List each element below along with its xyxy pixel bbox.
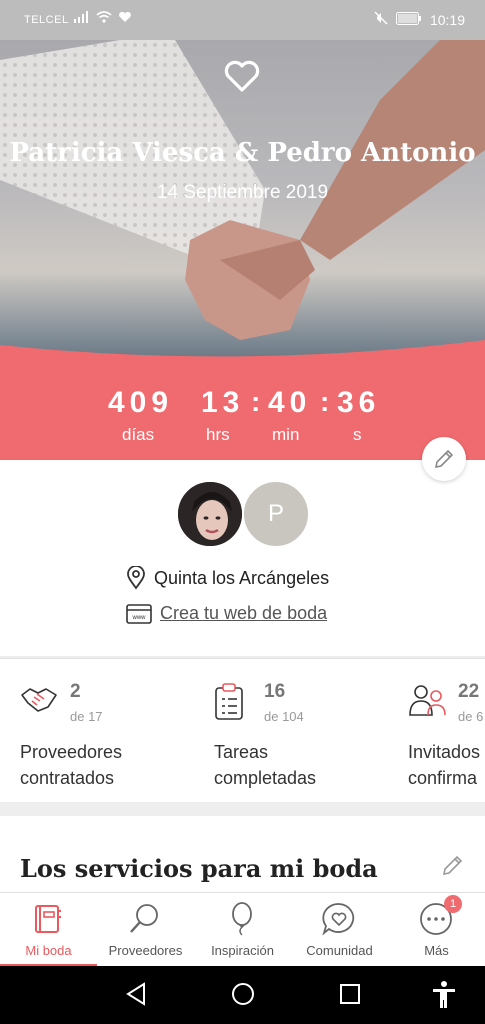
system-navigation-bar — [0, 966, 485, 1024]
stat-guests-label-line1: Invitados — [408, 742, 481, 762]
stat-guests-label: Invitados confirma — [408, 739, 480, 791]
countdown-seconds: 36 — [337, 386, 381, 419]
search-icon — [130, 904, 158, 933]
partner-avatar[interactable]: P — [242, 480, 310, 548]
nav-mas[interactable]: 1 Más — [388, 893, 485, 967]
stat-vendors-value: 2 — [70, 681, 81, 702]
recents-icon[interactable] — [338, 980, 362, 1008]
notification-badge: 1 — [444, 895, 462, 913]
pencil-icon — [434, 449, 454, 469]
nav-mi-boda-label: Mi boda — [25, 943, 72, 958]
nav-mi-boda[interactable]: Mi boda — [0, 893, 97, 967]
stat-tasks-label-line2: completadas — [214, 768, 317, 788]
web-browser-icon: www — [126, 603, 152, 624]
venue-name: Quinta los Arcángeles — [154, 567, 330, 588]
edit-button[interactable] — [422, 437, 466, 481]
nav-comunidad-label: Comunidad — [306, 943, 373, 958]
carrier-label: TELCEL — [24, 14, 69, 26]
services-edit-icon[interactable] — [440, 852, 466, 878]
stats-strip: 2 de 17 Proveedores contratados 16 de 10… — [0, 658, 485, 802]
mute-icon — [374, 11, 388, 28]
handshake-icon — [21, 688, 57, 712]
stat-tasks-label-line1: Tareas — [214, 742, 269, 762]
chat-heart-icon — [322, 903, 355, 936]
stat-guests-total: de 6 — [458, 709, 484, 724]
hero-banner: Patricia Viesca & Pedro Antonio 14 Septi… — [0, 40, 485, 460]
signal-icon — [74, 11, 90, 26]
countdown-seconds-label: s — [353, 425, 362, 444]
bottom-navigation: Mi boda Proveedores Inspiración Comunida… — [0, 892, 485, 967]
stat-tasks-value: 16 — [264, 681, 286, 702]
countdown-minutes: 40 — [268, 386, 312, 419]
clipboard-list-icon — [215, 683, 243, 720]
notebook-icon — [35, 905, 61, 933]
couple-names: Patricia Viesca & Pedro Antonio — [9, 138, 476, 168]
nav-mas-label: Más — [424, 943, 449, 958]
location-pin-icon — [127, 566, 145, 590]
nav-comunidad[interactable]: Comunidad — [291, 893, 388, 967]
clock-time: 10:19 — [429, 11, 465, 28]
create-web-link[interactable]: www Crea tu web de boda — [126, 603, 327, 624]
countdown-separator: : — [251, 386, 261, 417]
stat-vendors-total: de 17 — [70, 709, 103, 724]
stat-guests-value: 22 — [458, 681, 480, 702]
countdown-days-label: días — [122, 425, 155, 444]
countdown-separator: : — [320, 386, 330, 417]
countdown: 409 13 : 40 : 36 días hrs min s — [0, 380, 485, 460]
nav-proveedores-label: Proveedores — [108, 943, 183, 958]
services-section: Los servicios para mi boda — [0, 816, 485, 892]
svg-text:www: www — [132, 615, 147, 621]
stat-guests-label-line2: confirma — [408, 768, 478, 788]
nav-inspiracion[interactable]: Inspiración — [194, 893, 291, 967]
countdown-days: 409 — [108, 386, 174, 419]
stat-vendors-label-line1: Proveedores — [20, 742, 123, 762]
heart-status-icon — [118, 11, 132, 26]
countdown-hours-label: hrs — [206, 425, 230, 444]
nav-inspiracion-label: Inspiración — [211, 943, 274, 958]
stat-tasks-label: Tareas completadas — [214, 739, 316, 791]
stat-vendors-label-line2: contratados — [20, 768, 115, 788]
services-title: Los servicios para mi boda — [20, 854, 378, 883]
battery-icon — [395, 11, 422, 28]
create-web-link-label: Crea tu web de boda — [160, 603, 328, 623]
back-icon[interactable] — [124, 980, 148, 1008]
heart-logo-icon — [224, 60, 260, 92]
profile-card: P Quinta los Arcángeles www Crea tu web … — [0, 460, 485, 656]
accessibility-icon[interactable] — [431, 980, 457, 1010]
stat-vendors-label: Proveedores contratados — [20, 739, 122, 791]
bride-avatar[interactable] — [176, 480, 244, 548]
guests-icon — [409, 685, 446, 716]
status-bar: TELCEL 10:19 — [0, 0, 485, 40]
venue-row[interactable]: Quinta los Arcángeles — [126, 566, 329, 590]
stat-tasks-total: de 104 — [264, 709, 304, 724]
countdown-hours: 13 — [201, 386, 245, 419]
countdown-minutes-label: min — [272, 425, 300, 444]
nav-proveedores[interactable]: Proveedores — [97, 893, 194, 967]
home-icon[interactable] — [230, 980, 256, 1008]
wedding-date: 14 Septiembre 2019 — [156, 182, 329, 203]
balloon-icon — [232, 902, 252, 936]
wifi-icon — [96, 11, 112, 26]
